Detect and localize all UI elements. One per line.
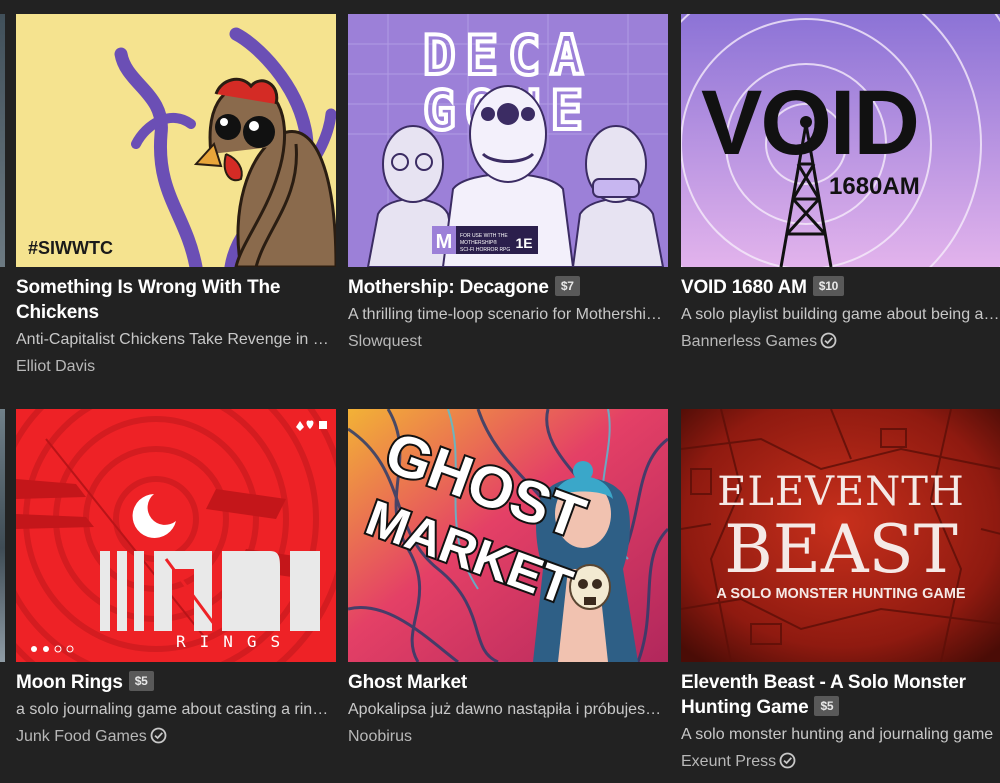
svg-text:1E: 1E [515, 235, 532, 251]
svg-text:FOR USE WITH THE: FOR USE WITH THE [460, 233, 508, 239]
game-author-link[interactable]: Noobirus [348, 728, 412, 745]
svg-text:SCI-FI HORROR RPG: SCI-FI HORROR RPG [460, 247, 510, 253]
game-grid: #SIWWTC Something Is Wrong With The Chic… [0, 0, 1000, 783]
price-badge: $5 [814, 696, 840, 716]
game-title-link[interactable]: VOID 1680 AM [681, 277, 807, 298]
verified-check-icon [779, 752, 796, 769]
game-cell-eleventh-beast: ELEVENTH BEAST A SOLO MONSTER HUNTING GA… [681, 409, 1000, 774]
game-author-link[interactable]: Exeunt Press [681, 753, 776, 770]
verified-check-icon [150, 727, 167, 744]
game-description: Apokalipsa już dawno nastąpiła i próbuje… [348, 701, 668, 718]
price-badge: $10 [812, 276, 845, 296]
game-description: A solo monster hunting and journaling ga… [681, 726, 994, 743]
game-title-row: Something Is Wrong With The Chickens [16, 275, 336, 325]
game-thumbnail[interactable]: ELEVENTH BEAST A SOLO MONSTER HUNTING GA… [681, 409, 1000, 662]
cover-subtitle: 1680AM [829, 173, 920, 200]
svg-text:M: M [436, 231, 453, 253]
cover-title-line1: ELEVENTH [717, 469, 965, 515]
game-description: A solo playlist building game about bein… [681, 306, 1000, 323]
game-cell-ghost-market: GHOST MARKET Ghost Market Apokalipsa już… [348, 409, 668, 749]
cover-subtitle: RINGS [176, 632, 294, 651]
game-author-link[interactable]: Slowquest [348, 333, 422, 350]
game-title-link[interactable]: Something Is Wrong With The Chickens [16, 277, 280, 323]
svg-text:MOTHERSHIP®: MOTHERSHIP® [460, 239, 497, 246]
partial-thumbnail-left-top[interactable] [0, 14, 5, 267]
game-thumbnail[interactable]: DECA GONE M FOR USE WITH THE MOTH [348, 14, 668, 267]
game-title-row: Mothership: Decagone $7 [348, 275, 668, 300]
verified-check-icon [820, 332, 837, 349]
cover-hashtag: #SIWWTC [28, 238, 113, 258]
game-thumbnail[interactable]: RINGS [16, 409, 336, 662]
game-cell-decagone: DECA GONE M FOR USE WITH THE MOTH [348, 14, 668, 354]
ghost-market-cover-art: GHOST MARKET [348, 409, 668, 662]
game-author-row: Slowquest [348, 330, 668, 354]
game-description: Anti-Capitalist Chickens Take Revenge in… [16, 331, 336, 348]
game-author-row: Elliot Davis [16, 355, 336, 379]
game-author-link[interactable]: Elliot Davis [16, 358, 95, 375]
game-description: a solo journaling game about casting a r… [16, 701, 336, 718]
game-author-row: Junk Food Games [16, 725, 336, 749]
price-badge: $7 [554, 276, 580, 296]
cover-subtitle: A SOLO MONSTER HUNTING GAME [716, 586, 966, 602]
game-title-link[interactable]: Ghost Market [348, 672, 467, 693]
price-badge: $5 [128, 671, 154, 691]
game-description: A thrilling time-loop scenario for Mothe… [348, 306, 668, 323]
game-title-row: Moon Rings $5 [16, 670, 336, 695]
game-thumbnail[interactable]: VOID 1680AM [681, 14, 1000, 267]
game-title-row: Ghost Market [348, 670, 668, 695]
partial-thumbnail-left-bottom[interactable] [0, 409, 5, 662]
cover-title-line2: BEAST [724, 511, 958, 588]
svg-text:DECA: DECA [423, 24, 593, 87]
game-title-row: Eleventh Beast - A Solo Monster Hunting … [681, 670, 1000, 720]
eleventh-beast-cover-art: ELEVENTH BEAST A SOLO MONSTER HUNTING GA… [681, 409, 1000, 662]
game-author-link[interactable]: Bannerless Games [681, 333, 817, 350]
game-title-row: VOID 1680 AM $10 [681, 275, 1000, 300]
game-author-row: Bannerless Games [681, 330, 1000, 354]
game-cell-chickens: #SIWWTC Something Is Wrong With The Chic… [16, 14, 336, 379]
game-cell-moon-rings: RINGS Moon Rings $5 a solo journaling gam… [16, 409, 336, 749]
game-author-row: Exeunt Press [681, 750, 1000, 774]
game-author-link[interactable]: Junk Food Games [16, 728, 147, 745]
game-title-link[interactable]: Mothership: Decagone [348, 277, 549, 298]
game-title-link[interactable]: Moon Rings [16, 672, 123, 693]
decagone-cover-art: DECA GONE M FOR USE WITH THE MOTH [348, 14, 668, 267]
game-author-row: Noobirus [348, 725, 668, 749]
game-thumbnail[interactable]: GHOST MARKET [348, 409, 668, 662]
void-cover-art: VOID 1680AM [681, 14, 1000, 267]
game-thumbnail[interactable]: #SIWWTC [16, 14, 336, 267]
chickens-cover-art: #SIWWTC [16, 14, 336, 267]
game-cell-void: VOID 1680AM VOID 1680 AM $10 A solo play… [681, 14, 1000, 354]
moon-rings-cover-art: RINGS [16, 409, 336, 662]
